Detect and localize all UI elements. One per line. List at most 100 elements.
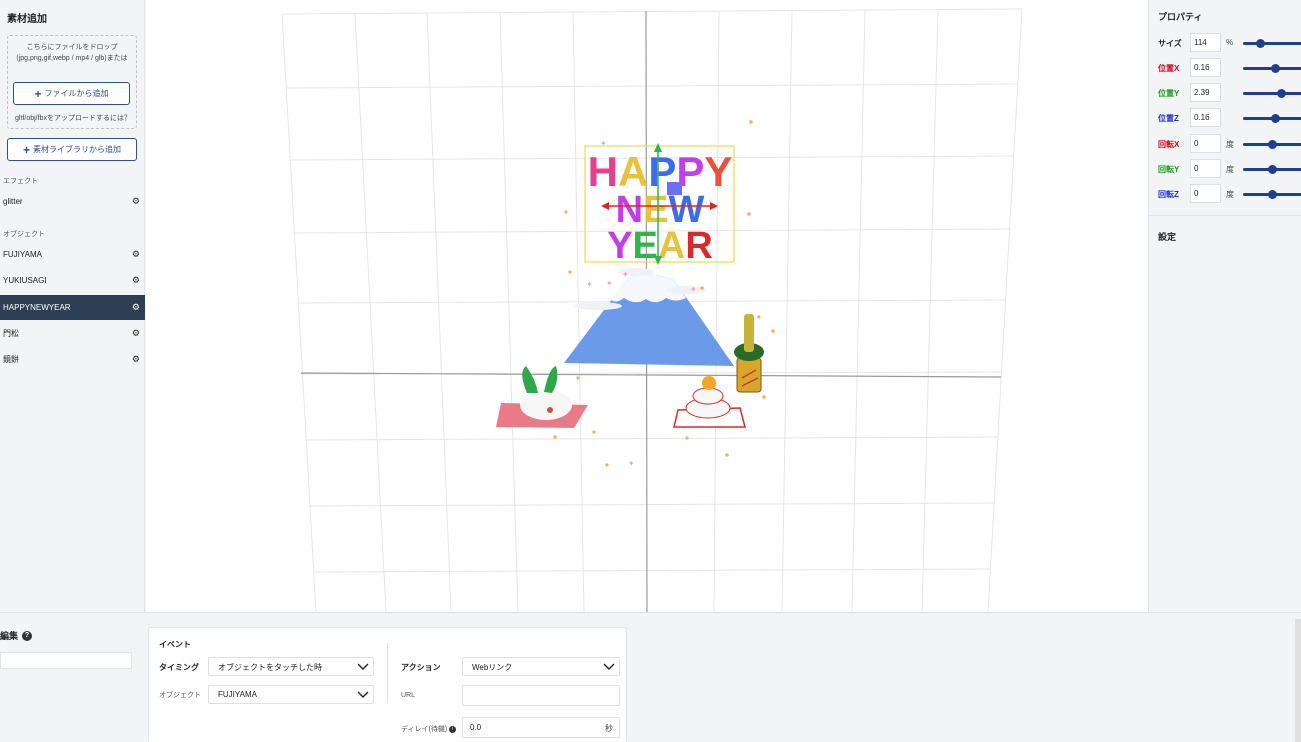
delay-input[interactable]: 0.0 秒 bbox=[462, 717, 620, 738]
svg-text:✦: ✦ bbox=[690, 285, 697, 294]
add-material-title: 素材追加 bbox=[7, 14, 47, 25]
property-row: 回転Y 0 度 bbox=[1149, 159, 1301, 179]
property-slider[interactable] bbox=[1243, 114, 1301, 123]
property-label: 回転Y bbox=[1158, 165, 1180, 174]
timing-value: オブジェクトをタッチした時 bbox=[218, 663, 322, 672]
effect-item-label: glitter bbox=[3, 197, 23, 206]
chevron-down-icon bbox=[357, 691, 369, 698]
property-unit: 度 bbox=[1226, 190, 1234, 199]
3d-viewport[interactable]: HAPPY NEW YEAR ✦ ✦ ✦ ✦ ✦ ✦ bbox=[146, 0, 1148, 612]
bottom-panel: 編集 ? イベント タイミング オブジェクトをタッチした時 オブジェクト FUJ… bbox=[0, 612, 1301, 742]
property-slider[interactable] bbox=[1243, 39, 1301, 48]
add-from-file-button[interactable]: + ファイルから追加 bbox=[13, 82, 130, 105]
divider bbox=[387, 643, 388, 703]
property-value-input[interactable]: 0.16 bbox=[1190, 58, 1221, 77]
timing-label: タイミング bbox=[159, 663, 199, 672]
property-value-input[interactable]: 0 bbox=[1190, 184, 1221, 203]
delay-label-text: ディレイ(待機) bbox=[401, 726, 448, 733]
property-value-input[interactable]: 114 bbox=[1190, 33, 1221, 52]
objects-section-label: オブジェクト bbox=[3, 231, 45, 238]
edit-input[interactable] bbox=[0, 652, 132, 669]
plus-icon: + bbox=[34, 86, 42, 101]
action-select[interactable]: Webリンク bbox=[462, 657, 620, 676]
url-label: URL bbox=[401, 692, 416, 699]
property-value-input[interactable]: 0.16 bbox=[1190, 108, 1221, 127]
svg-text:✦: ✦ bbox=[586, 280, 593, 289]
yukiusagi-model bbox=[496, 366, 588, 428]
slider-knob[interactable] bbox=[1256, 39, 1266, 48]
scrollbar[interactable] bbox=[1295, 619, 1301, 742]
property-slider[interactable] bbox=[1243, 165, 1301, 174]
property-slider[interactable] bbox=[1243, 190, 1301, 199]
help-icon[interactable]: ? bbox=[22, 630, 33, 641]
property-slider[interactable] bbox=[1243, 89, 1301, 98]
info-icon[interactable]: i bbox=[449, 725, 457, 733]
settings-title[interactable]: 設定 bbox=[1158, 230, 1176, 243]
svg-text:✦: ✦ bbox=[606, 279, 613, 288]
property-value-input[interactable]: 0 bbox=[1190, 134, 1221, 153]
url-input[interactable] bbox=[462, 685, 620, 706]
add-from-library-button[interactable]: + 素材ライブラリから追加 bbox=[7, 138, 137, 161]
plus-icon: + bbox=[22, 142, 30, 157]
slider-knob[interactable] bbox=[1268, 190, 1277, 199]
property-slider[interactable] bbox=[1243, 64, 1301, 73]
add-from-file-label: ファイルから追加 bbox=[44, 89, 109, 98]
file-drop-zone[interactable]: こちらにファイルをドロップ (jpg,png,gif,webp / mp4 / … bbox=[7, 35, 137, 129]
property-row: 位置Z 0.16 bbox=[1149, 108, 1301, 128]
property-value-input[interactable]: 2.39 bbox=[1190, 83, 1221, 102]
object-item-happynewyear[interactable]: HAPPYNEWYEAR ⚙ bbox=[0, 295, 145, 320]
edit-title-label: 編集 bbox=[0, 631, 19, 641]
object-select[interactable]: FUJIYAMA bbox=[208, 685, 374, 704]
gear-icon[interactable]: ⚙ bbox=[132, 196, 140, 207]
object-item-fujiyama[interactable]: FUJIYAMA ⚙ bbox=[0, 242, 145, 267]
slider-knob[interactable] bbox=[1268, 140, 1277, 149]
object-item-kagamimochi[interactable]: 鏡餅 ⚙ bbox=[0, 347, 145, 372]
property-row: 位置X 0.16 bbox=[1149, 58, 1301, 78]
gear-icon[interactable]: ⚙ bbox=[132, 249, 140, 260]
edit-title: 編集 ? bbox=[0, 629, 33, 642]
scene-canvas[interactable]: HAPPY NEW YEAR ✦✦ ✦✦ ✦✦ bbox=[146, 0, 1148, 612]
gear-icon[interactable]: ⚙ bbox=[132, 302, 140, 313]
object-label: オブジェクト bbox=[159, 692, 201, 699]
object-item-kadomatsu[interactable]: 門松 ⚙ bbox=[0, 321, 145, 346]
event-title: イベント bbox=[159, 640, 191, 649]
object-value: FUJIYAMA bbox=[218, 690, 257, 699]
object-item-label: HAPPYNEWYEAR bbox=[3, 303, 71, 312]
delay-value: 0.0 bbox=[470, 723, 482, 732]
property-value-input[interactable]: 0 bbox=[1190, 159, 1221, 178]
slider-knob[interactable] bbox=[1270, 64, 1280, 73]
property-label: 位置X bbox=[1158, 64, 1180, 73]
slider-knob[interactable] bbox=[1276, 89, 1286, 98]
gltf-upload-link[interactable]: gltf/obj/fbxをアップロードするには？ bbox=[8, 113, 138, 123]
action-value: Webリンク bbox=[472, 663, 513, 672]
add-from-library-label: 素材ライブラリから追加 bbox=[33, 145, 121, 154]
property-row: 位置Y 2.39 bbox=[1149, 83, 1301, 103]
effect-item-glitter[interactable]: glitter ⚙ bbox=[0, 189, 145, 214]
object-item-label: YUKIUSAGI bbox=[3, 276, 47, 285]
delay-unit: 秒 bbox=[605, 724, 613, 733]
svg-text:✦: ✦ bbox=[628, 459, 635, 468]
property-unit: 度 bbox=[1226, 165, 1234, 174]
gear-icon[interactable]: ⚙ bbox=[132, 275, 140, 286]
sign-row-happy: HAPPY bbox=[588, 148, 733, 195]
property-label: 位置Z bbox=[1158, 114, 1179, 123]
happynewyear-model: HAPPY NEW YEAR bbox=[584, 143, 735, 267]
property-row: 回転Z 0 度 bbox=[1149, 184, 1301, 204]
properties-title: プロパティ bbox=[1158, 12, 1203, 22]
property-row: 回転X 0 度 bbox=[1149, 134, 1301, 154]
drop-text: こちらにファイルをドロップ (jpg,png,gif,webp / mp4 / … bbox=[16, 44, 128, 62]
property-row: サイズ 114% bbox=[1149, 33, 1301, 53]
timing-select[interactable]: オブジェクトをタッチした時 bbox=[208, 657, 374, 676]
left-sidebar: 素材追加 こちらにファイルをドロップ (jpg,png,gif,webp / m… bbox=[0, 0, 145, 612]
slider-knob[interactable] bbox=[1270, 114, 1280, 123]
kadomatsu-model bbox=[734, 314, 764, 393]
slider-knob[interactable] bbox=[1268, 165, 1277, 174]
property-slider[interactable] bbox=[1243, 140, 1301, 149]
object-item-yukiusagi[interactable]: YUKIUSAGI ⚙ bbox=[0, 268, 145, 293]
gear-icon[interactable]: ⚙ bbox=[132, 354, 140, 365]
property-label: 回転Z bbox=[1158, 190, 1179, 199]
svg-text:✦: ✦ bbox=[622, 270, 629, 279]
kagamimochi-model bbox=[673, 376, 746, 428]
divider bbox=[1149, 215, 1301, 216]
gear-icon[interactable]: ⚙ bbox=[132, 328, 140, 339]
